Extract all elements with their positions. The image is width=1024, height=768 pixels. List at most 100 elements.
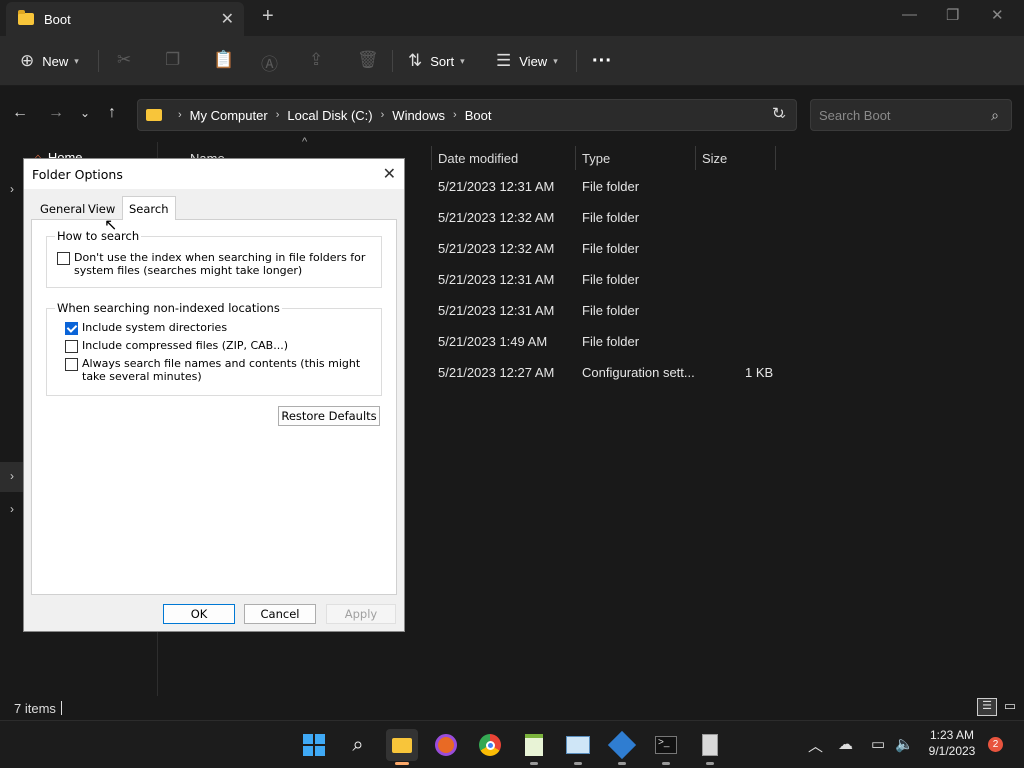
table-row[interactable]: 5/21/2023 12:31 AM File folder [432,179,812,210]
column-size-label: Size [702,150,728,166]
apply-button[interactable]: Apply [326,604,396,624]
table-row[interactable]: 5/21/2023 12:31 AM File folder [432,272,812,303]
column-header-date[interactable]: Date modified [432,146,576,170]
compressed-option[interactable]: Include compressed files (ZIP, CAB...) [65,339,288,353]
view-button[interactable]: ☰ View ▾ [496,48,558,74]
table-row[interactable]: 5/21/2023 12:32 AM File folder [432,210,812,241]
tab-boot[interactable]: Boot ✕ [6,2,244,36]
up-button[interactable]: ↑ [108,104,116,122]
file-date: 5/21/2023 12:31 AM [438,303,555,318]
chevron-down-icon: ▾ [553,55,558,66]
expand-chevron-icon[interactable]: › [10,182,14,196]
view-icon: ☰ [496,51,512,70]
breadcrumb-windows[interactable]: Windows [392,108,445,123]
no-index-option[interactable]: Don't use the index when searching in fi… [57,251,377,277]
non-indexed-group: When searching non-indexed locations Inc… [46,301,382,396]
search-tab-panel: How to search Don't use the index when s… [31,219,397,595]
cancel-button[interactable]: Cancel [244,604,316,624]
chevron-up-icon[interactable]: ︿ [808,735,823,756]
running-indicator [662,762,670,765]
running-indicator [706,762,714,765]
close-icon[interactable]: ✕ [383,164,396,183]
notepadpp-taskbar-button[interactable] [518,729,550,765]
file-date: 5/21/2023 12:31 AM [438,179,555,194]
start-button[interactable] [298,729,330,761]
delete-icon[interactable]: 🗑 [357,50,379,70]
close-tab-icon[interactable]: ✕ [221,9,234,29]
restore-defaults-button[interactable]: Restore Defaults [278,406,380,426]
contents-option[interactable]: Always search file names and contents (t… [65,357,365,383]
table-row[interactable]: 5/21/2023 12:27 AM Configuration sett...… [432,365,812,396]
table-row[interactable]: 5/21/2023 1:49 AM File folder [432,334,812,365]
file-type: File folder [582,179,640,194]
clock[interactable]: 1:23 AM 9/1/2023 [920,727,984,759]
file-explorer-taskbar-button[interactable] [386,729,418,765]
contents-checkbox[interactable] [65,358,78,371]
breadcrumb-my-computer[interactable]: My Computer [190,108,268,123]
firefox-taskbar-button[interactable] [430,729,462,761]
address-row: ← → ⌄ ↑ › My Computer › Local Disk (C:) … [0,86,1024,142]
volume-icon[interactable]: 🔈 [895,735,914,753]
contents-label: Always search file names and contents (t… [82,357,361,383]
breadcrumb-boot[interactable]: Boot [465,108,492,123]
resource-monitor-taskbar-button[interactable] [562,729,594,765]
toolbar-divider [98,50,99,72]
new-tab-button[interactable]: + [262,5,274,28]
recent-locations-button[interactable]: ⌄ [80,106,90,120]
chevron-right-icon: › [380,109,385,121]
search-input[interactable] [819,107,979,123]
tab-search[interactable]: Search [122,196,176,220]
file-type: File folder [582,241,640,256]
expand-chevron-icon[interactable]: › [10,502,14,516]
ok-button[interactable]: OK [163,604,235,624]
new-label: New [42,53,69,69]
more-options-button[interactable]: ··· [592,48,612,74]
new-button[interactable]: ⊕ New ▾ [20,48,79,74]
minimize-button[interactable]: — [902,6,917,23]
copy-icon[interactable]: ❐ [165,50,180,70]
terminal-taskbar-button[interactable]: >_ [650,729,682,765]
sort-icon: ⇅ [408,51,423,70]
search-taskbar-button[interactable]: ⌕ [342,729,374,761]
cut-icon[interactable]: ✂ [117,50,131,70]
notification-badge[interactable]: 2 [988,737,1003,752]
network-icon[interactable]: ▭ [871,735,885,753]
tiles-view-icon[interactable]: ▭ [1000,698,1020,716]
title-bar: Boot ✕ + — ❐ ✕ [0,0,1024,36]
file-type: File folder [582,272,640,287]
file-type: File folder [582,210,640,225]
command-bar: ⊕ New ▾ ✂ ❐ 📋 Ⓐ ⇪ 🗑 ⇅ Sort ▾ ☰ View ▾ ··… [0,36,1024,86]
forward-button[interactable]: → [48,104,64,122]
restore-button[interactable]: ❐ [946,6,959,24]
windows-logo-icon [303,734,325,756]
close-window-button[interactable]: ✕ [991,6,1004,24]
paste-icon[interactable]: 📋 [213,50,234,70]
column-header-size[interactable]: Size [696,146,776,170]
chrome-taskbar-button[interactable] [474,729,506,761]
column-header-type[interactable]: Type [576,146,696,170]
no-index-checkbox[interactable] [57,252,70,265]
sort-button[interactable]: ⇅ Sort ▾ [408,48,465,74]
back-button[interactable]: ← [12,104,28,122]
compressed-checkbox[interactable] [65,340,78,353]
system-dirs-checkbox[interactable] [65,322,78,335]
table-row[interactable]: 5/21/2023 12:32 AM File folder [432,241,812,272]
share-icon[interactable]: ⇪ [309,50,323,70]
details-view-icon[interactable]: ☰ [977,698,997,716]
search-box[interactable]: ⌕ [810,99,1012,131]
group-label: When searching non-indexed locations [55,301,282,315]
system-dirs-option[interactable]: Include system directories [65,321,227,335]
app-taskbar-button[interactable] [606,729,638,765]
address-bar[interactable]: › My Computer › Local Disk (C:) › Window… [137,99,797,131]
archive-icon [702,734,718,756]
tab-view-label: View [88,202,116,216]
onedrive-icon[interactable]: ☁ [838,735,853,753]
search-icon[interactable]: ⌕ [991,107,999,124]
running-indicator [618,762,626,765]
folder-icon [392,737,412,753]
table-row[interactable]: 5/21/2023 12:31 AM File folder [432,303,812,334]
archive-taskbar-button[interactable] [694,729,726,765]
refresh-icon[interactable]: ↻ [772,104,785,122]
rename-icon[interactable]: Ⓐ [261,50,278,75]
breadcrumb-local-disk[interactable]: Local Disk (C:) [287,108,372,123]
